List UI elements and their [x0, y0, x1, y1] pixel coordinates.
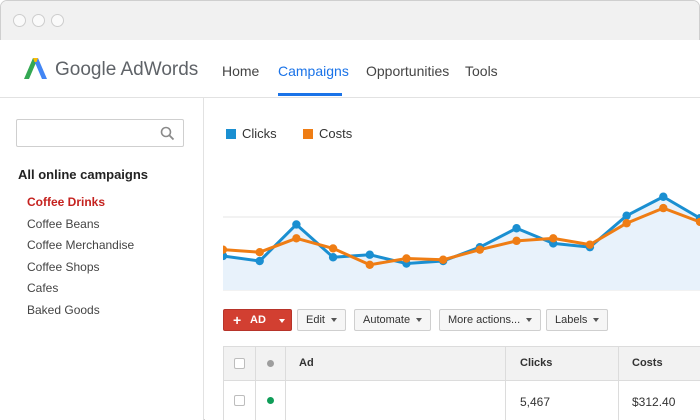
logo-text: Google AdWords	[55, 59, 199, 80]
add-ad-button[interactable]: + AD	[223, 309, 292, 331]
sidebar-item-coffee-merchandise[interactable]: Coffee Merchandise	[27, 238, 134, 252]
column-divider	[505, 347, 506, 420]
series-clicks-point	[622, 211, 631, 220]
series-costs-point	[549, 234, 558, 243]
window-minimize-dot[interactable]	[32, 14, 45, 27]
nav-tools[interactable]: Tools	[465, 63, 498, 79]
sidebar-item-baked-goods[interactable]: Baked Goods	[27, 303, 100, 317]
series-costs-point	[438, 255, 448, 264]
column-header-clicks[interactable]: Clicks	[520, 357, 552, 369]
table-row[interactable]: 5,467 $312.40	[224, 381, 700, 420]
series-costs-point	[223, 245, 228, 254]
chevron-down-icon	[593, 318, 600, 323]
sidebar-item-coffee-drinks[interactable]: Coffee Drinks	[27, 195, 105, 209]
series-costs-point	[365, 260, 374, 269]
series-costs-point	[585, 240, 595, 249]
sidebar-heading: All online campaigns	[18, 167, 149, 182]
series-costs-point	[255, 248, 264, 257]
chevron-down-icon	[416, 318, 423, 323]
chevron-down-icon	[330, 318, 337, 323]
active-tab-indicator	[278, 93, 342, 96]
sidebar-item-cafes[interactable]: Cafes	[27, 281, 58, 295]
plus-icon: +	[233, 312, 242, 328]
edit-button[interactable]: Edit	[297, 309, 346, 331]
nav-opportunities[interactable]: Opportunities	[366, 63, 449, 79]
labels-button-label: Labels	[555, 314, 588, 326]
ads-table: Ad Clicks Costs 5,467 $312.40	[223, 346, 700, 420]
series-costs-point	[328, 244, 338, 253]
chevron-down-icon	[526, 318, 533, 323]
legend-label-clicks: Clicks	[242, 126, 277, 141]
legend-swatch-costs	[303, 129, 313, 139]
column-header-costs[interactable]: Costs	[632, 357, 663, 369]
automate-button[interactable]: Automate	[354, 309, 432, 331]
performance-chart	[223, 192, 700, 291]
series-clicks-area	[223, 196, 700, 290]
cell-costs: $312.40	[632, 395, 676, 409]
nav-campaigns[interactable]: Campaigns	[278, 63, 349, 79]
status-enabled-icon	[267, 397, 274, 404]
campaign-search-input[interactable]	[16, 119, 184, 147]
row-checkbox[interactable]	[234, 395, 245, 406]
series-clicks-point	[659, 192, 668, 201]
select-all-checkbox[interactable]	[234, 358, 245, 369]
window-titlebar	[1, 1, 699, 41]
nav-home[interactable]: Home	[222, 63, 259, 79]
table-header: Ad Clicks Costs	[224, 347, 700, 381]
window-close-dot[interactable]	[13, 14, 26, 27]
column-divider	[255, 347, 256, 420]
series-clicks-point	[365, 250, 374, 259]
app-header: Google AdWords Home Campaigns Opportunit…	[0, 40, 700, 98]
search-icon[interactable]	[160, 126, 175, 141]
series-clicks-point	[255, 256, 264, 266]
series-clicks-point	[292, 220, 301, 229]
column-header-ad[interactable]: Ad	[299, 357, 314, 369]
automate-button-label: Automate	[363, 314, 411, 326]
add-ad-label: AD	[250, 314, 266, 326]
series-costs-point	[512, 236, 521, 246]
labels-button[interactable]: Labels	[546, 309, 609, 331]
series-costs-point	[622, 219, 631, 228]
series-clicks-point	[512, 224, 521, 233]
column-divider	[618, 347, 619, 420]
legend-label-costs: Costs	[319, 126, 353, 141]
legend-swatch-clicks	[226, 129, 236, 139]
more-actions-button-label: More actions...	[448, 314, 521, 326]
column-divider	[285, 347, 286, 420]
adwords-logo-icon	[24, 58, 47, 79]
series-costs-point	[659, 203, 668, 213]
series-costs-point	[292, 234, 301, 243]
status-header-icon	[267, 360, 274, 367]
cell-clicks: 5,467	[520, 395, 551, 409]
series-costs-point	[402, 254, 411, 263]
sidebar-item-coffee-beans[interactable]: Coffee Beans	[27, 217, 100, 231]
window-zoom-dot[interactable]	[51, 14, 64, 27]
chevron-down-icon	[279, 319, 285, 323]
sidebar-item-coffee-shops[interactable]: Coffee Shops	[27, 260, 100, 274]
more-actions-button[interactable]: More actions...	[439, 309, 542, 331]
series-clicks-point	[328, 253, 338, 262]
edit-button-label: Edit	[306, 314, 325, 326]
series-costs-point	[475, 245, 485, 254]
sidebar: All online campaigns Coffee Drinks Coffe…	[0, 98, 204, 420]
